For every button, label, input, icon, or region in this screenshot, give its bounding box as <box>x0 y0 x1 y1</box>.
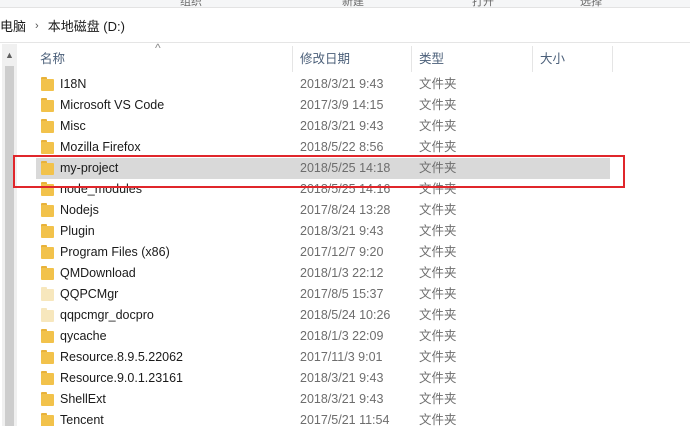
file-name: Resource.8.9.5.22062 <box>60 350 184 364</box>
scrollbar-thumb[interactable] <box>5 66 14 426</box>
folder-icon <box>41 350 54 364</box>
file-modified-date: 2017/11/3 9:01 <box>300 350 383 364</box>
file-type: 文件夹 <box>419 266 457 280</box>
file-name: QQPCMgr <box>60 287 119 301</box>
file-type: 文件夹 <box>419 392 457 406</box>
file-row[interactable]: Resource.9.0.1.23161 2018/3/21 9:43 文件夹 <box>36 368 610 389</box>
file-name: qycache <box>60 329 107 343</box>
column-header-row: ^ 名称 修改日期 类型 大小 <box>22 41 690 74</box>
file-type: 文件夹 <box>419 350 457 364</box>
column-divider[interactable] <box>411 46 412 72</box>
file-type: 文件夹 <box>419 224 457 238</box>
folder-icon <box>41 266 54 280</box>
column-divider[interactable] <box>532 46 533 72</box>
breadcrumb-this-pc[interactable]: 电脑 <box>0 16 26 35</box>
folder-icon <box>41 140 54 154</box>
file-row[interactable]: qqpcmgr_docpro 2018/5/24 10:26 文件夹 <box>36 305 610 326</box>
file-name: Microsoft VS Code <box>60 98 165 112</box>
file-row[interactable]: QQPCMgr 2017/8/5 15:37 文件夹 <box>36 284 610 305</box>
file-modified-date: 2017/8/24 13:28 <box>300 203 391 217</box>
navigation-scrollbar[interactable]: ▲ <box>2 44 17 426</box>
file-row[interactable]: Nodejs 2017/8/24 13:28 文件夹 <box>36 200 610 221</box>
file-name: I18N <box>60 77 87 91</box>
file-type: 文件夹 <box>419 98 457 112</box>
ribbon-select-label[interactable]: 选择 <box>580 0 602 7</box>
file-type: 文件夹 <box>419 371 457 385</box>
file-row[interactable]: Microsoft VS Code 2017/3/9 14:15 文件夹 <box>36 95 610 116</box>
file-modified-date: 2017/3/9 14:15 <box>300 98 384 112</box>
folder-icon <box>41 392 54 406</box>
file-modified-date: 2017/12/7 9:20 <box>300 245 384 259</box>
file-type: 文件夹 <box>419 329 457 343</box>
file-type: 文件夹 <box>419 119 457 133</box>
file-name: Program Files (x86) <box>60 245 170 259</box>
file-name: ShellExt <box>60 392 106 406</box>
file-row[interactable]: Misc 2018/3/21 9:43 文件夹 <box>36 116 610 137</box>
folder-icon <box>41 329 54 343</box>
file-type: 文件夹 <box>419 77 457 91</box>
folder-icon <box>41 203 54 217</box>
file-modified-date: 2017/5/21 11:54 <box>300 413 390 426</box>
column-header-name[interactable]: 名称 <box>34 44 65 74</box>
breadcrumb-separator[interactable]: › <box>35 20 39 32</box>
file-modified-date: 2018/3/21 9:43 <box>300 224 384 238</box>
file-type: 文件夹 <box>419 308 457 322</box>
file-name: QMDownload <box>60 266 136 280</box>
navigation-pane: ▲ <box>0 44 22 426</box>
file-row[interactable]: Tencent 2017/5/21 11:54 文件夹 <box>36 410 610 426</box>
folder-icon <box>41 413 54 426</box>
file-row[interactable]: Program Files (x86) 2017/12/7 9:20 文件夹 <box>36 242 610 263</box>
file-modified-date: 2018/1/3 22:09 <box>300 329 384 343</box>
file-modified-date: 2018/3/21 9:43 <box>300 371 384 385</box>
folder-icon <box>41 77 54 91</box>
file-row[interactable]: I18N 2018/3/21 9:43 文件夹 <box>36 74 610 95</box>
file-name: Misc <box>60 119 86 133</box>
column-divider[interactable] <box>612 46 613 72</box>
file-row[interactable]: qycache 2018/1/3 22:09 文件夹 <box>36 326 610 347</box>
folder-icon <box>41 371 54 385</box>
folder-icon <box>41 98 54 112</box>
file-name: Tencent <box>60 413 104 426</box>
ribbon-new-label[interactable]: 新建 <box>342 0 364 7</box>
scroll-up-arrow-icon[interactable]: ▲ <box>5 50 14 60</box>
column-divider[interactable] <box>292 46 293 72</box>
breadcrumb-local-disk-d[interactable]: 本地磁盘 (D:) <box>48 16 125 35</box>
sort-ascending-icon: ^ <box>155 41 161 55</box>
file-name: Plugin <box>60 224 95 238</box>
folder-icon <box>41 245 54 259</box>
ribbon-organize-label[interactable]: 组织 <box>180 0 202 7</box>
file-row[interactable]: QMDownload 2018/1/3 22:12 文件夹 <box>36 263 610 284</box>
folder-icon <box>41 119 54 133</box>
address-bar[interactable]: 电脑 › 本地磁盘 (D:) <box>0 9 690 43</box>
file-modified-date: 2018/3/21 9:43 <box>300 392 384 406</box>
file-name: Resource.9.0.1.23161 <box>60 371 184 385</box>
file-modified-date: 2018/3/21 9:43 <box>300 119 384 133</box>
file-name: Nodejs <box>60 203 99 217</box>
file-row[interactable]: Plugin 2018/3/21 9:43 文件夹 <box>36 221 610 242</box>
folder-icon <box>41 224 54 238</box>
column-header-size[interactable]: 大小 <box>534 44 565 74</box>
file-modified-date: 2017/8/5 15:37 <box>300 287 384 301</box>
folder-light-icon <box>41 287 54 301</box>
file-row[interactable]: ShellExt 2018/3/21 9:43 文件夹 <box>36 389 610 410</box>
ribbon-strip: 组织 新建 打开 选择 <box>0 0 690 8</box>
ribbon-open-label[interactable]: 打开 <box>472 0 494 7</box>
column-header-date[interactable]: 修改日期 <box>294 44 350 74</box>
file-name: qqpcmgr_docpro <box>60 308 154 322</box>
annotation-highlight-box <box>13 155 625 188</box>
column-header-type[interactable]: 类型 <box>413 44 444 74</box>
file-modified-date: 2018/3/21 9:43 <box>300 77 384 91</box>
file-type: 文件夹 <box>419 245 457 259</box>
folder-light-icon <box>41 308 54 322</box>
file-type: 文件夹 <box>419 287 457 301</box>
file-modified-date: 2018/1/3 22:12 <box>300 266 384 280</box>
file-modified-date: 2018/5/24 10:26 <box>300 308 391 322</box>
file-type: 文件夹 <box>419 413 457 426</box>
file-row[interactable]: Resource.8.9.5.22062 2017/11/3 9:01 文件夹 <box>36 347 610 368</box>
file-type: 文件夹 <box>419 203 457 217</box>
